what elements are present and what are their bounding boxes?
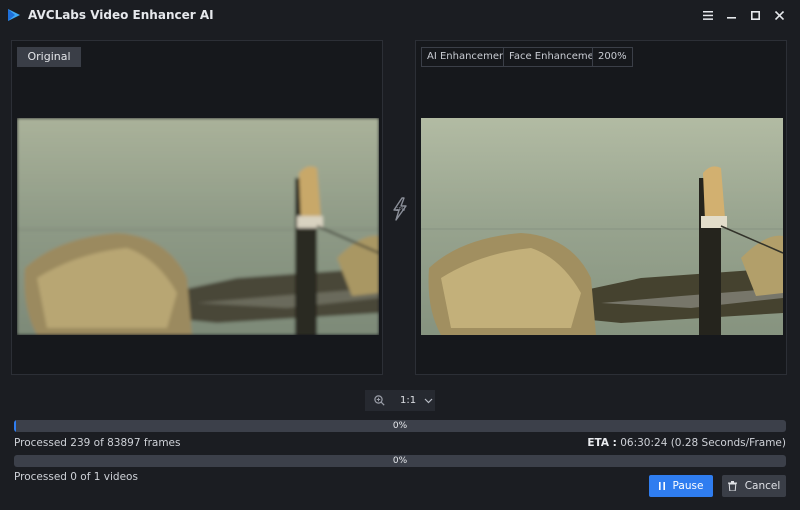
app-title: AVCLabs Video Enhancer AI — [28, 8, 214, 22]
minimize-icon[interactable] — [722, 6, 740, 24]
cancel-button[interactable]: Cancel — [722, 475, 786, 497]
eta-label: ETA : — [587, 437, 617, 449]
chevron-down-icon[interactable] — [424, 398, 433, 404]
svg-text:GPU: GPU — [395, 207, 406, 213]
zoom-value: 1:1 — [400, 395, 417, 406]
pause-button[interactable]: Pause — [649, 475, 713, 497]
frames-progress-percent: 0% — [392, 421, 408, 431]
maximize-icon[interactable] — [746, 6, 764, 24]
gpu-lightning-icon[interactable]: GPU — [390, 196, 410, 222]
pause-icon — [658, 482, 665, 490]
hamburger-menu-icon[interactable] — [699, 6, 717, 24]
eta-value: 06:30:24 (0.28 Seconds/Frame) — [620, 437, 786, 449]
cancel-label: Cancel — [744, 480, 781, 492]
pause-label: Pause — [672, 480, 704, 492]
eta-readout: ETA : 06:30:24 (0.28 Seconds/Frame) — [587, 437, 786, 449]
trash-icon — [727, 481, 737, 491]
zoom-select[interactable]: 1:1 — [365, 390, 435, 411]
ai-enhancement-tag: AI Enhancement — [421, 47, 516, 67]
title-bar: AVCLabs Video Enhancer AI — [0, 0, 800, 30]
enhanced-video-frame — [421, 118, 783, 335]
scale-tag: 200% — [592, 47, 633, 67]
zoom-in-icon[interactable] — [369, 395, 389, 406]
original-label: Original — [17, 47, 81, 67]
original-preview-panel: Original — [11, 40, 383, 375]
enhanced-preview-panel: AI Enhancement Face Enhancement 200% — [415, 40, 787, 375]
app-logo-icon — [8, 9, 20, 21]
videos-progress-percent: 0% — [392, 456, 408, 466]
close-icon[interactable] — [770, 6, 788, 24]
frames-status: Processed 239 of 83897 frames — [14, 437, 181, 449]
videos-status: Processed 0 of 1 videos — [14, 471, 138, 483]
original-video-frame — [17, 118, 379, 335]
frames-progress-bar: 0% — [14, 420, 786, 432]
videos-progress-bar: 0% — [14, 455, 786, 467]
